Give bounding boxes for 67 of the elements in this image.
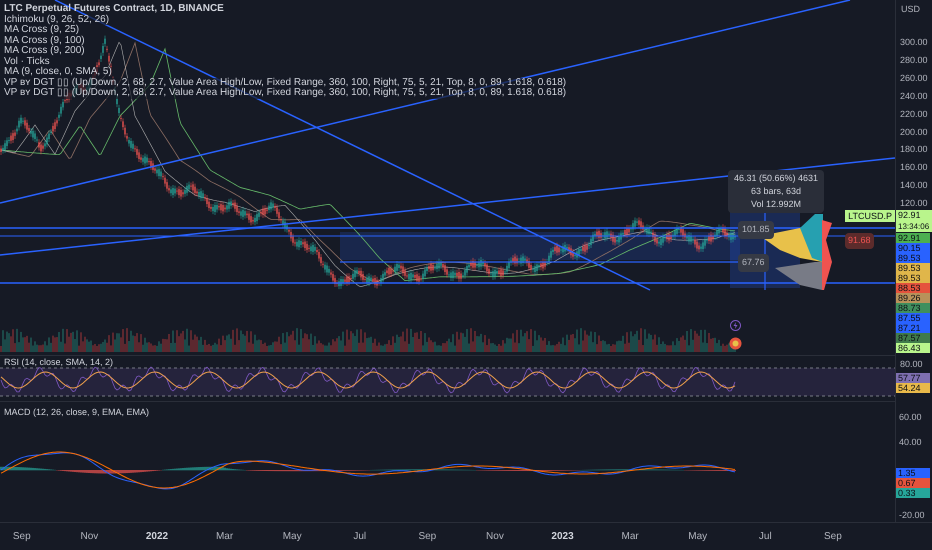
time-axis-label: Nov [486, 530, 504, 544]
time-axis-label: Mar [216, 530, 234, 544]
currency-label: USD [901, 3, 920, 16]
price-tag: 92.91 [896, 233, 930, 243]
price-axis-label: 220.00 [900, 108, 928, 121]
indicator-label: VP ʙʏ DGT ▯▯ (Up/Down, 2, 68, 2.7, Value Area High/Low, Fixed Range, 360, 100, Right, 75, 5, 21, Top, 8, 0, 89, 1.618, 0.618) [4, 78, 566, 88]
price-axis-label: 280.00 [900, 54, 928, 67]
macd-axis-label: -20.00 [899, 509, 925, 522]
price-axis-label: 120.00 [900, 197, 928, 210]
event-marker-icon [729, 337, 742, 350]
price-tag: 87.55 [896, 313, 930, 323]
price-axis-label: 260.00 [900, 72, 928, 85]
indicator-label: MA (9, close, 0, SMA, 5) [4, 67, 112, 78]
price-axis-label: 300.00 [900, 36, 928, 49]
measure-change: 46.31 (50.66%) 4631 [734, 172, 818, 185]
price-tag: 86.43 [896, 343, 930, 353]
price-label: 67.76 [738, 254, 769, 272]
indicator-label: Ichimoku (9, 26, 52, 26) [4, 14, 110, 25]
countdown: 13:34:06 [898, 221, 930, 232]
time-axis-label: Jul [353, 530, 366, 544]
macd-label: MACD (12, 26, close, 9, EMA, EMA) [4, 406, 150, 419]
price-tag: 89.53 [896, 263, 930, 273]
time-axis-label: Sep [418, 530, 436, 544]
time-axis-label: Sep [12, 530, 31, 544]
price-axis-label: 240.00 [900, 90, 928, 103]
price-tag: 54.24 [896, 383, 930, 393]
measure-volume: Vol 12.992M [751, 198, 802, 211]
price-axis-label: 180.00 [900, 143, 928, 156]
time-axis-label: May [688, 530, 708, 544]
time-axis-label: Mar [622, 530, 639, 544]
price-tag: 87.57 [896, 333, 930, 343]
price-tag: 87.21 [896, 323, 930, 333]
time-axis-label: Nov [80, 530, 98, 544]
indicator-label: Vol · Ticks [4, 56, 50, 67]
price-axis-label: 160.00 [900, 161, 928, 174]
price-tag: 89.26 [896, 293, 930, 303]
time-axis-label: Sep [824, 530, 842, 544]
price-label: 101.85 [738, 221, 774, 238]
time-axis-label: Jul [758, 530, 772, 544]
alert-label: 91.68 [845, 233, 874, 248]
time-axis-label: 2022 [146, 530, 168, 544]
price-tag: 0.33 [896, 488, 930, 498]
price-axis-label: 200.00 [900, 126, 928, 138]
time-axis-label: 2023 [551, 530, 574, 544]
price-tag: 88.53 [896, 283, 930, 293]
price-tag: 0.67 [896, 478, 930, 488]
indicator-label: VP ʙʏ DGT ▯▯ (Up/Down, 2, 68, 2.7, Value Area High/Low, Fixed Range, 360, 100, Right, 75, 5, 21, Top, 8, 0, 89, 1.618, 0.618) [4, 88, 566, 98]
chart-title: LTC Perpetual Futures Contract, 1D, BINANCE [4, 4, 225, 14]
last-price: 92.91 [898, 210, 922, 221]
price-tag: 57.77 [896, 373, 930, 383]
indicator-label: MA Cross (9, 25) [4, 25, 80, 36]
price-axis-label: 140.00 [900, 179, 928, 192]
price-tag: 88.73 [896, 303, 930, 313]
price-tag: 90.15 [896, 243, 930, 253]
macd-axis-label: 60.00 [899, 411, 922, 424]
lightning-icon [730, 320, 741, 331]
indicator-label: MA Cross (9, 100) [4, 36, 85, 46]
symbol-label: LTCUSD.P [845, 210, 895, 222]
measure-bars: 63 bars, 63d [751, 185, 802, 198]
rsi-axis-label: 80.00 [900, 358, 923, 371]
indicator-label: MA Cross (9, 200) [4, 46, 85, 56]
price-tag: 89.53 [896, 253, 930, 263]
macd-axis-label: 40.00 [899, 436, 922, 449]
price-tag: 89.53 [896, 273, 930, 283]
price-tag: 1.35 [896, 468, 930, 478]
rsi-label: RSI (14, close, SMA, 14, 2) [4, 356, 114, 369]
time-axis-label: May [282, 530, 302, 544]
